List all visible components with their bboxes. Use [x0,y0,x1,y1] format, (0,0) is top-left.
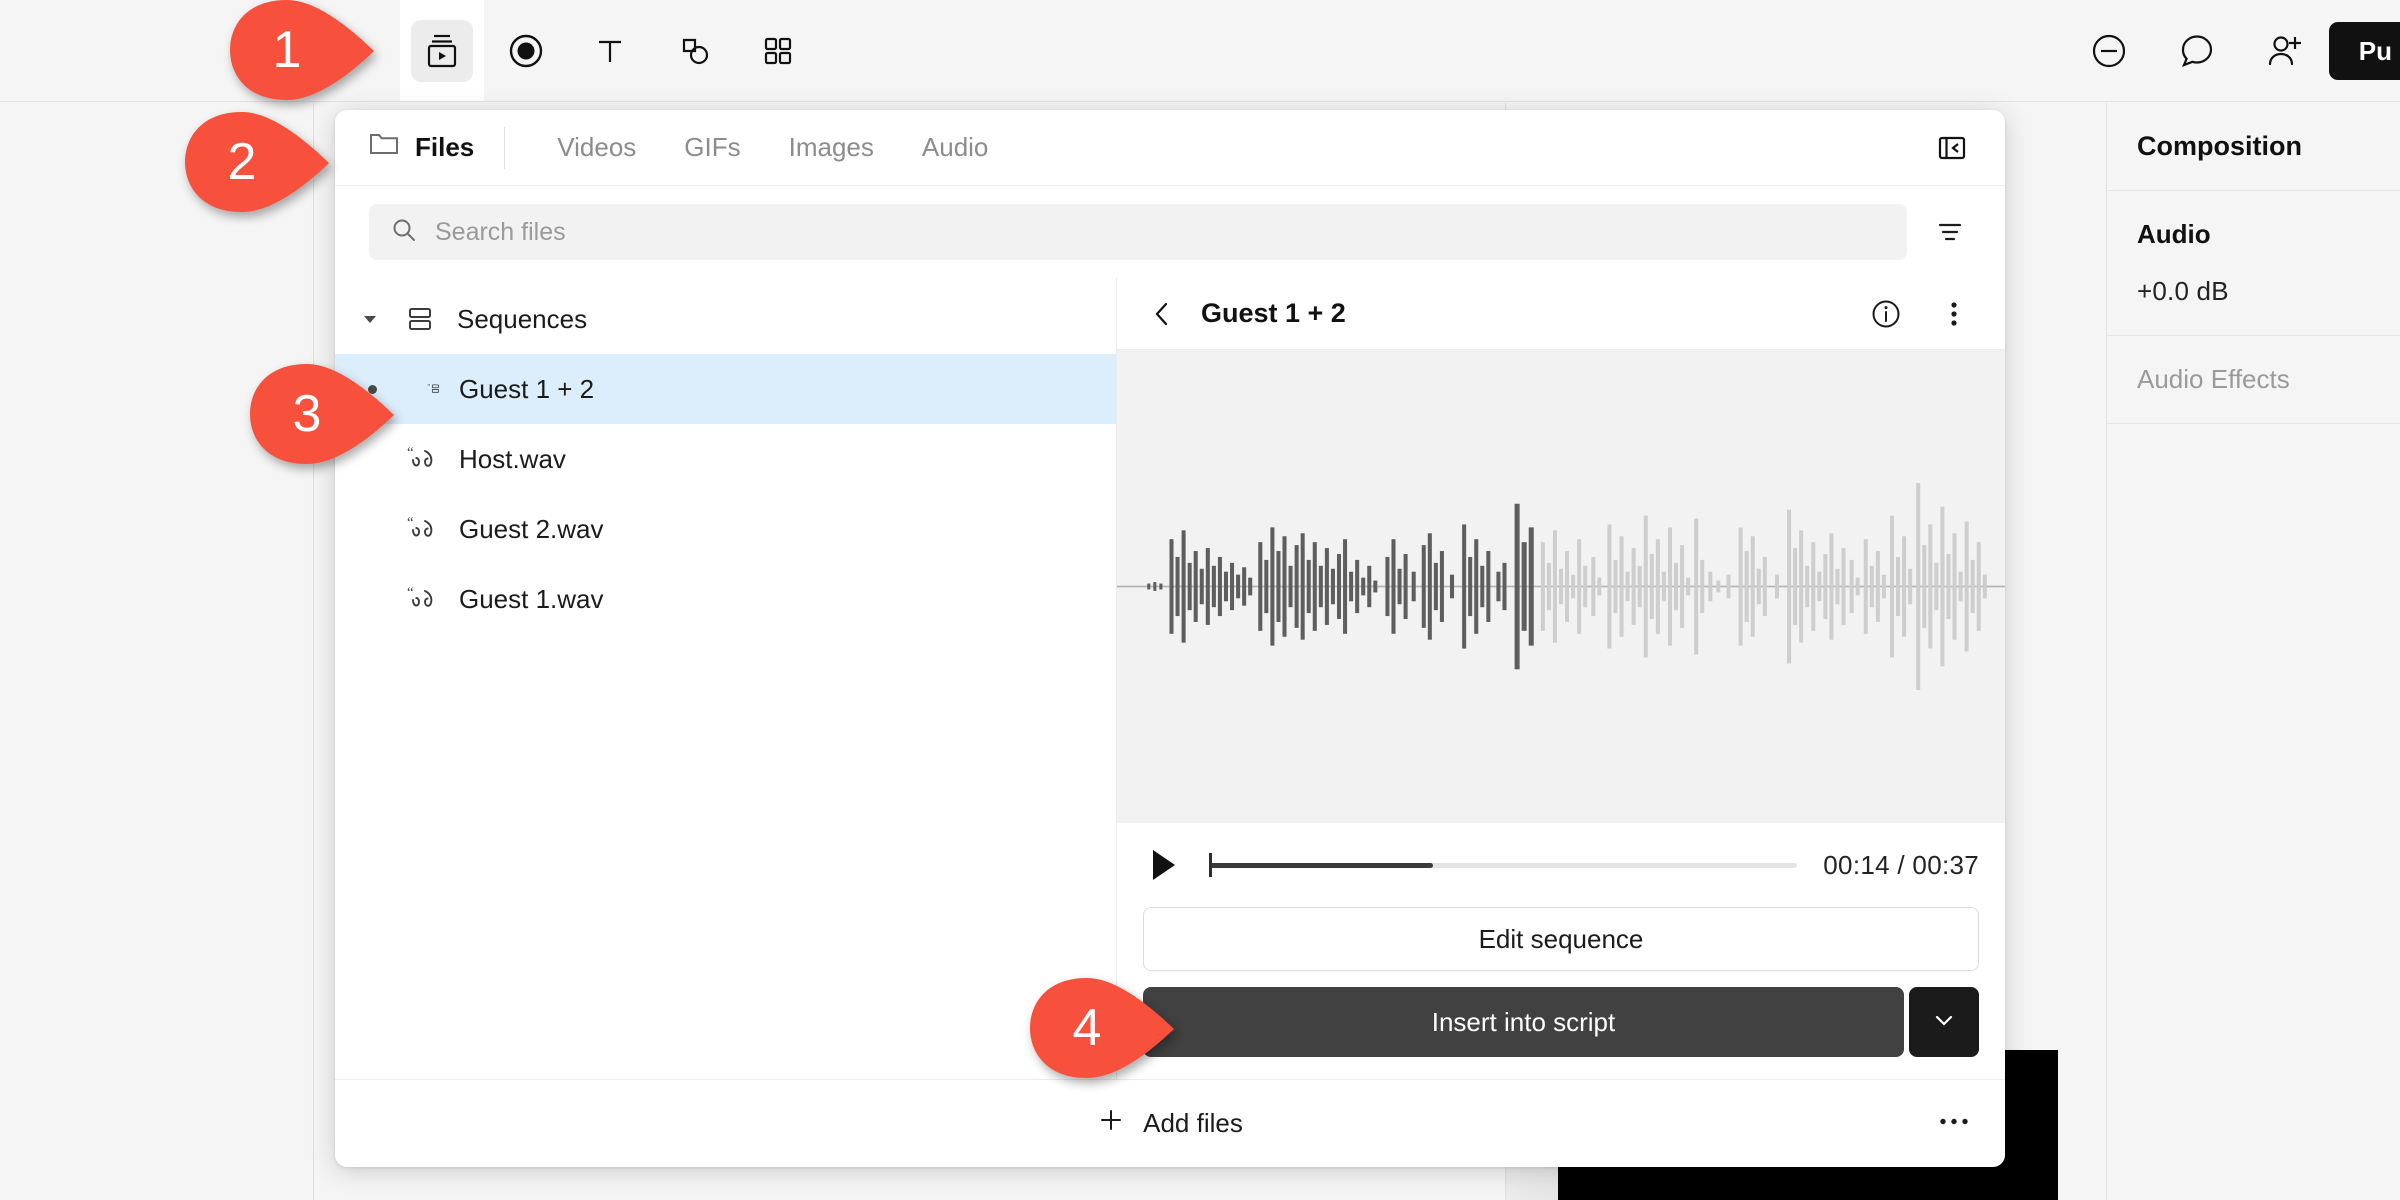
tree-item-label: Guest 1.wav [459,583,604,614]
composition-sidebar: Composition Audio +0.0 dB Audio Effects [2106,103,2400,1200]
audio-file-icon: “ [403,444,441,474]
audio-file-icon: “ [403,584,441,614]
tab-files-label: Files [415,132,475,162]
preview-header: Guest 1 + 2 [1117,278,2005,350]
preview-actions: Edit sequence Insert into script [1117,907,2005,1079]
panel-tab-bar: Files Videos GIFs Images Audio [335,110,2005,186]
svg-text:“: “ [407,585,414,601]
callout-marker-3: 3 [248,362,398,466]
preview-title: Guest 1 + 2 [1201,298,1346,328]
record-icon [508,33,544,69]
audio-effects-heading: Audio Effects [2137,364,2290,394]
waveform-icon [1117,483,2005,690]
search-placeholder: Search files [435,217,566,246]
play-icon[interactable] [1143,845,1183,885]
minus-circle-icon[interactable] [2065,0,2153,102]
tree-item-guest-2-wav[interactable]: “ Guest 2.wav [335,494,1116,564]
panel-footer: Add files [335,1079,2005,1167]
tree-item-label: Guest 1 + 2 [459,373,595,404]
scrubber-fill [1209,862,1433,868]
tab-divider [504,126,506,169]
callout-number: 2 [227,133,257,191]
callout-marker-4: 4 [1028,976,1178,1080]
playback-controls: 00:14 / 00:37 [1117,823,2005,907]
add-files-button[interactable]: Add files [1097,1106,1243,1141]
tree-item-label: Host.wav [459,443,566,474]
chevron-left-icon[interactable] [1145,299,1179,329]
tab-audio[interactable]: Audio [898,132,1013,163]
callout-marker-2: 2 [183,110,333,214]
audio-gain-value[interactable]: +0.0 dB [2137,276,2370,307]
callout-number: 1 [272,21,302,79]
waveform-display[interactable] [1117,350,2005,823]
audio-heading: Audio [2137,219,2211,249]
tree-item-guest-1-2[interactable]: “ Guest 1 + 2 [335,354,1116,424]
preview-pane: Guest 1 + 2 00:14 / 00:37 Edit sequence … [1117,278,2005,1079]
tree-item-host-wav[interactable]: “ Host.wav [335,424,1116,494]
shapes-icon [676,33,712,69]
more-vertical-icon[interactable] [1931,291,1977,337]
scrubber-handle[interactable] [1209,853,1212,877]
app-root: Pu Composition Audio +0.0 dB Audio Effec… [0,0,2400,1200]
filter-icon[interactable] [1929,211,1971,253]
tab-images[interactable]: Images [765,132,898,163]
insert-into-script-button[interactable]: Insert into script [1143,987,1904,1057]
tool-text[interactable] [568,0,652,101]
audio-effects-section[interactable]: Audio Effects [2107,336,2400,424]
tool-layouts[interactable] [736,0,820,101]
tree-item-guest-1-wav[interactable]: “ Guest 1.wav [335,564,1116,634]
tool-record[interactable] [484,0,568,101]
edit-sequence-button[interactable]: Edit sequence [1143,907,1979,971]
collapse-panel-icon[interactable] [1929,125,1975,171]
tree-group-sequences[interactable]: Sequences [335,284,1116,354]
callout-number: 3 [292,385,322,443]
search-icon [391,217,417,248]
media-library-icon [411,19,473,82]
file-tree: Sequences “ Guest 1 + 2 “ Host.wav “ Gue… [335,278,1117,1079]
tab-files[interactable]: Files [369,131,504,164]
grid-icon [761,34,795,68]
plus-icon [1097,1106,1125,1141]
tool-shapes[interactable] [652,0,736,101]
sequence-icon: “ [403,373,441,405]
workspace-divider-left [313,103,314,1200]
comment-icon[interactable] [2153,0,2241,102]
folder-icon [369,131,399,164]
progress-scrubber[interactable] [1209,852,1798,878]
sequence-group-icon [401,304,439,334]
publish-button[interactable]: Pu [2328,22,2400,80]
toolbar-right-actions: Pu [2065,0,2400,102]
svg-text:“: “ [407,515,414,531]
composition-header: Composition [2107,103,2400,191]
more-horizontal-icon[interactable] [1937,1109,1971,1138]
info-icon[interactable] [1863,291,1909,337]
search-input[interactable]: Search files [369,204,1907,260]
text-icon [592,33,628,69]
edit-sequence-label: Edit sequence [1478,923,1644,954]
insert-split-button: Insert into script [1143,987,1979,1057]
svg-text:“: “ [407,445,414,461]
time-display: 00:14 / 00:37 [1823,849,1979,880]
add-person-icon[interactable] [2241,0,2329,102]
chevron-down-icon[interactable] [357,310,383,328]
callout-number: 4 [1072,999,1102,1057]
add-files-label: Add files [1143,1108,1243,1138]
publish-label: Pu [2358,35,2392,66]
sidebar-title: Composition [2137,131,2302,161]
tree-group-label: Sequences [457,303,588,334]
svg-text:“: “ [427,383,430,390]
insert-options-button[interactable] [1909,987,1979,1057]
tool-media-library[interactable] [400,0,484,101]
tab-videos[interactable]: Videos [533,132,660,163]
callout-marker-1: 1 [228,0,378,102]
insert-into-script-label: Insert into script [1431,1006,1616,1037]
audio-section[interactable]: Audio +0.0 dB [2107,191,2400,336]
tab-gifs[interactable]: GIFs [660,132,764,163]
chevron-down-icon [1931,1007,1957,1038]
toolbar-tools [400,0,820,101]
search-row: Search files [335,186,2005,278]
panel-body: Sequences “ Guest 1 + 2 “ Host.wav “ Gue… [335,278,2005,1079]
tree-item-label: Guest 2.wav [459,513,604,544]
audio-file-icon: “ [403,514,441,544]
